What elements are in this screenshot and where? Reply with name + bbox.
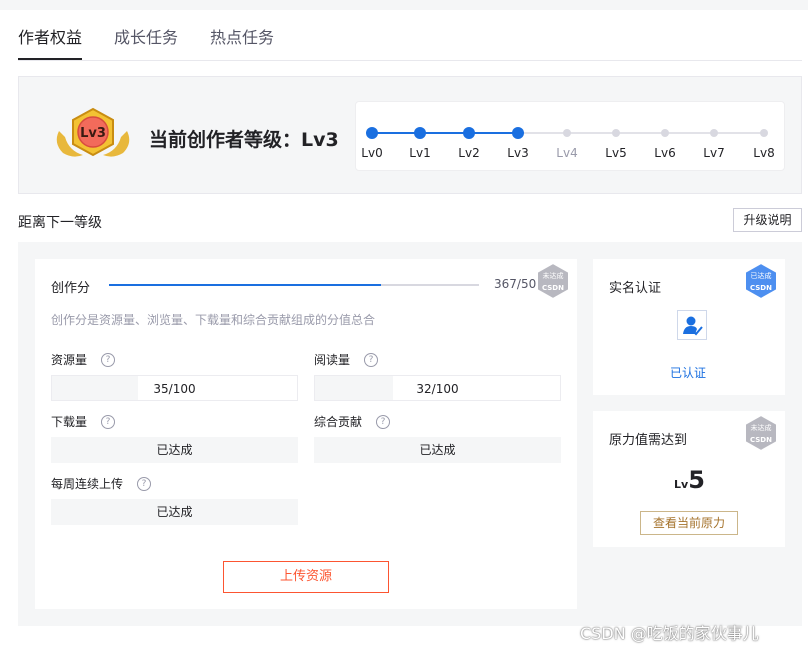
- author-page: { "tabs":[{"label":"作者权益"},{"label":"成长任…: [0, 0, 808, 649]
- reads-label: 阅读量?: [314, 351, 379, 368]
- reads-label-text: 阅读量: [314, 353, 351, 367]
- score-progress-fill: [109, 284, 381, 286]
- weekly-upload-value: 已达成: [156, 505, 193, 519]
- not-achieved-stamp-icon: 未达成 CSDN: [744, 413, 778, 453]
- level-label: Lv4: [556, 146, 578, 160]
- contribution-value: 已达成: [419, 443, 456, 457]
- level-label: Lv2: [458, 146, 480, 160]
- level-dot: [760, 129, 768, 137]
- level-track-svg: [366, 127, 768, 139]
- level-label: Lv6: [654, 146, 676, 160]
- current-level-title: 当前创作者等级：Lv3: [149, 129, 339, 151]
- stamp-brand: CSDN: [542, 284, 564, 292]
- upload-resource-button[interactable]: 上传资源: [223, 561, 389, 593]
- level-label: Lv5: [605, 146, 627, 160]
- downloads-value: 已达成: [156, 443, 193, 457]
- tab-hot-tasks[interactable]: 热点任务: [210, 26, 274, 60]
- reads-value: 32/100: [416, 382, 459, 396]
- resources-label-text: 资源量: [51, 353, 88, 367]
- help-icon[interactable]: ?: [101, 414, 116, 429]
- power-title: 原力值需达到: [609, 433, 688, 448]
- contribution-label-text: 综合贡献: [314, 415, 363, 429]
- level-dot: [661, 129, 669, 137]
- view-power-button[interactable]: 查看当前原力: [640, 511, 738, 535]
- reads-progress-fill: [315, 376, 394, 400]
- tab-author-benefits[interactable]: 作者权益: [18, 26, 83, 60]
- help-icon[interactable]: ?: [101, 352, 116, 367]
- verified-user-icon: [677, 310, 707, 340]
- level-label: Lv3: [507, 146, 529, 160]
- level-number: 5: [688, 466, 705, 494]
- realname-title: 实名认证: [609, 281, 662, 296]
- weekly-upload-label: 每周连续上传?: [51, 475, 152, 492]
- power-target-level: Lv5: [674, 466, 705, 494]
- upgrade-info-button[interactable]: 升级说明: [733, 208, 802, 232]
- tab-bar: 作者权益 成长任务 热点任务: [18, 26, 274, 60]
- contribution-label: 综合贡献?: [314, 413, 391, 430]
- level-track: Lv0 Lv1 Lv2 Lv3 Lv4 Lv5 Lv6 Lv7 Lv8: [355, 101, 785, 171]
- level-dot: [710, 129, 718, 137]
- reads-progress: 32/100: [314, 375, 561, 401]
- score-card: 创作分 367/500 未达成 CSDN 创作分是资源量、浏览量、下载量和综合贡…: [35, 259, 577, 609]
- score-label: 创作分: [51, 281, 91, 296]
- not-achieved-stamp-icon: 未达成 CSDN: [536, 261, 570, 301]
- downloads-label: 下载量?: [51, 413, 116, 430]
- resources-progress-fill: [52, 376, 138, 400]
- resources-value: 35/100: [153, 382, 196, 396]
- stamp-text: 未达成: [751, 423, 772, 432]
- level-dot: [414, 127, 426, 139]
- level-dot: [512, 127, 524, 139]
- top-strip: [0, 0, 808, 10]
- contribution-status: 已达成: [314, 437, 561, 463]
- stamp-text: 已达成: [751, 271, 772, 280]
- achieved-stamp-icon: 已达成 CSDN: [744, 261, 778, 301]
- help-icon[interactable]: ?: [364, 352, 379, 367]
- stamp-brand: CSDN: [750, 284, 772, 292]
- stamp-text: 未达成: [543, 271, 564, 280]
- level-dot: [366, 127, 378, 139]
- resources-label: 资源量?: [51, 351, 116, 368]
- downloads-label-text: 下载量: [51, 415, 88, 429]
- resources-progress: 35/100: [51, 375, 298, 401]
- stamp-brand: CSDN: [750, 436, 772, 444]
- tab-growth-tasks[interactable]: 成长任务: [114, 26, 178, 60]
- verified-status: 已认证: [670, 366, 707, 380]
- level-badge-icon: Lv3: [56, 107, 130, 157]
- next-level-heading: 距离下一等级: [18, 215, 102, 231]
- weekly-upload-label-text: 每周连续上传: [51, 477, 124, 491]
- level-card: Lv3 当前创作者等级：Lv3 Lv0 Lv1 Lv2 Lv3 Lv4 Lv5 …: [18, 76, 802, 194]
- level-label: Lv7: [703, 146, 725, 160]
- level-dot: [563, 129, 571, 137]
- downloads-status: 已达成: [51, 437, 298, 463]
- help-icon[interactable]: ?: [376, 414, 391, 429]
- score-progress-bar: [109, 284, 479, 286]
- level-dot: [463, 127, 475, 139]
- weekly-upload-status: 已达成: [51, 499, 298, 525]
- watermark: CSDN @吃饭的家伙事儿: [580, 624, 759, 643]
- level-label: Lv1: [409, 146, 431, 160]
- help-icon[interactable]: ?: [137, 476, 152, 491]
- level-dot: [612, 129, 620, 137]
- tab-divider: [18, 60, 802, 61]
- score-description: 创作分是资源量、浏览量、下载量和综合贡献组成的分值总合: [51, 313, 376, 327]
- level-badge-text: Lv3: [80, 126, 106, 141]
- level-label: Lv0: [361, 146, 383, 160]
- level-prefix: Lv: [674, 478, 689, 491]
- level-label: Lv8: [753, 146, 775, 160]
